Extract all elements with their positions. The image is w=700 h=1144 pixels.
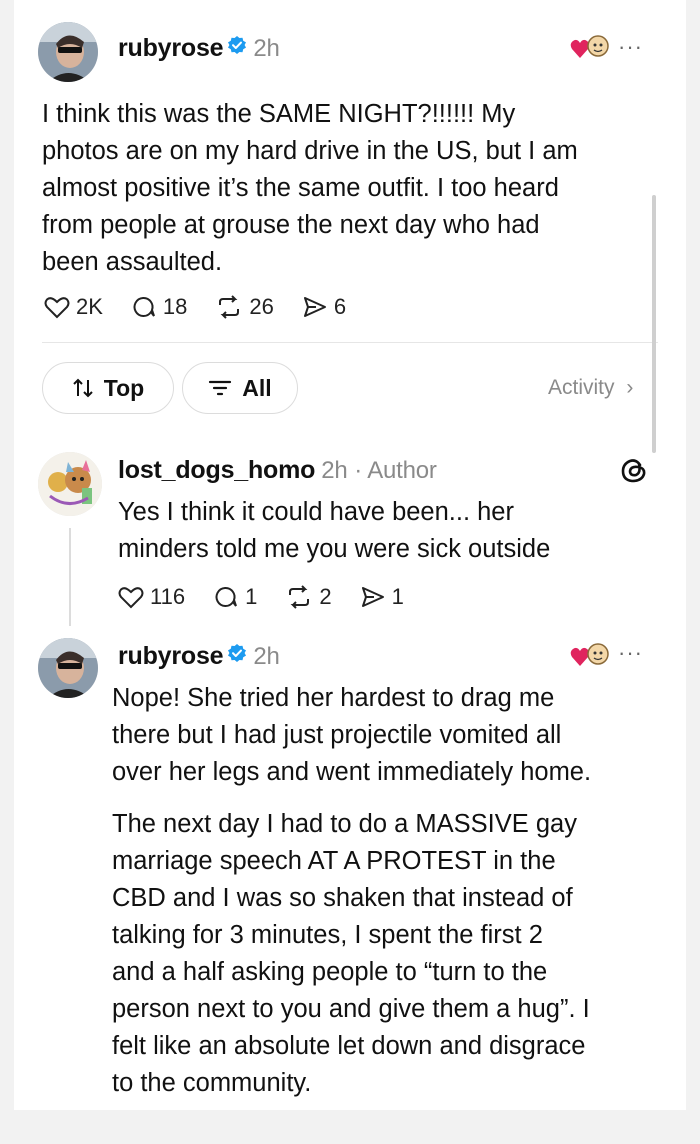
repost-icon [289, 585, 310, 609]
share-button[interactable]: 1 [360, 584, 404, 610]
post-stats: 2K 18 26 6 [44, 294, 374, 320]
comment-icon [133, 297, 155, 317]
reply-text-paragraph: The next day I had to do a MASSIVE gay m… [112, 806, 672, 1102]
send-icon [361, 587, 384, 607]
text-line: over her legs and went immediately home. [112, 758, 592, 786]
avatar[interactable] [38, 452, 102, 516]
post-time: 2h [253, 35, 280, 62]
username[interactable]: rubyrose [118, 642, 224, 670]
like-count: 116 [150, 584, 186, 609]
share-button[interactable]: 6 [302, 294, 346, 320]
like-count: 2K [76, 294, 103, 319]
text-line: from people at grouse the next day who h… [42, 211, 540, 239]
text-line: and a half asking people to “turn to the [112, 958, 548, 986]
comment-button[interactable]: 1 [213, 584, 257, 610]
thread-connector [69, 528, 71, 626]
text-line: felt like an absolute let down and disgr… [112, 1032, 586, 1060]
text-line: Yes I think it could have been... her [118, 498, 514, 526]
comment-icon [215, 587, 238, 607]
reply-text: Nope! She tried her hardest to drag me t… [112, 680, 672, 791]
reaction-heart-icon[interactable] [570, 32, 610, 67]
text-line: talking for 3 minutes, I spent the first… [112, 921, 543, 949]
reply-time: 2h [253, 643, 280, 670]
filter-all-button[interactable]: All [182, 362, 298, 414]
divider [42, 342, 658, 343]
avatar[interactable] [38, 22, 98, 82]
reaction-heart-icon[interactable] [570, 640, 610, 675]
reply-time: 2h [321, 457, 348, 484]
sort-arrows-icon [73, 378, 93, 398]
text-line: been assaulted. [42, 248, 223, 276]
text-line: marriage speech AT A PROTEST in the [112, 847, 556, 875]
username[interactable]: lost_dogs_homo [118, 456, 315, 484]
text-line: photos are on my hard drive in the US, b… [42, 137, 578, 165]
text-line: to the community. [112, 1069, 312, 1097]
text-line: CBD and I was so shaken that instead of [112, 884, 573, 912]
heart-icon [44, 297, 70, 319]
repost-count: 2 [319, 584, 332, 609]
share-count: 1 [391, 584, 404, 609]
share-count: 6 [333, 294, 347, 319]
username[interactable]: rubyrose [118, 34, 224, 62]
text-line: minders told me you were sick outside [118, 535, 551, 563]
post-text: I think this was the SAME NIGHT?!!!!!! M… [42, 96, 662, 281]
scrollbar[interactable] [652, 195, 656, 453]
filter-lines-icon [209, 380, 232, 396]
repost-icon [219, 295, 240, 319]
text-line: The next day I had to do a MASSIVE gay [112, 810, 577, 838]
like-button[interactable]: 2K [44, 294, 103, 320]
activity-label: Activity [548, 376, 615, 399]
repost-count: 26 [249, 294, 274, 319]
more-options-icon[interactable]: ··· [618, 34, 643, 60]
text-line: Nope! She tried her hardest to drag me [112, 684, 555, 712]
comment-count: 1 [245, 584, 258, 609]
sort-top-button[interactable]: Top [42, 362, 174, 414]
comment-count: 18 [162, 294, 188, 319]
repost-button[interactable]: 2 [285, 584, 332, 610]
text-line: person next to you and give them a hug”.… [112, 995, 590, 1023]
verified-badge-icon [227, 641, 247, 670]
author-tag: · Author [354, 457, 437, 484]
like-button[interactable]: 116 [118, 584, 185, 610]
reply-author[interactable]: rubyrose 2h [118, 642, 280, 672]
reply-text: Yes I think it could have been... her mi… [118, 494, 658, 568]
heart-icon [118, 587, 144, 609]
reply-stats: 116 1 2 1 [118, 584, 432, 610]
send-icon [303, 297, 326, 317]
thread-card: rubyrose 2h ··· I think this was the SAME… [14, 0, 686, 1110]
activity-link[interactable]: Activity › [548, 376, 633, 400]
comment-button[interactable]: 18 [131, 294, 187, 320]
filter-all-label: All [242, 374, 272, 401]
post-author[interactable]: rubyrose 2h [118, 34, 280, 64]
threads-logo-icon[interactable] [618, 454, 650, 491]
text-line: almost positive it’s the same outfit. I … [42, 174, 559, 202]
more-options-icon[interactable]: ··· [618, 640, 643, 666]
text-line: there but I had just projectile vomited … [112, 721, 562, 749]
repost-button[interactable]: 26 [215, 294, 274, 320]
text-line: I think this was the SAME NIGHT?!!!!!! M… [42, 100, 516, 128]
chevron-right-icon: › [626, 376, 634, 399]
reply-author[interactable]: lost_dogs_homo 2h · Author [118, 456, 437, 485]
avatar[interactable] [38, 638, 98, 698]
verified-badge-icon [227, 33, 247, 62]
sort-top-label: Top [103, 374, 145, 401]
